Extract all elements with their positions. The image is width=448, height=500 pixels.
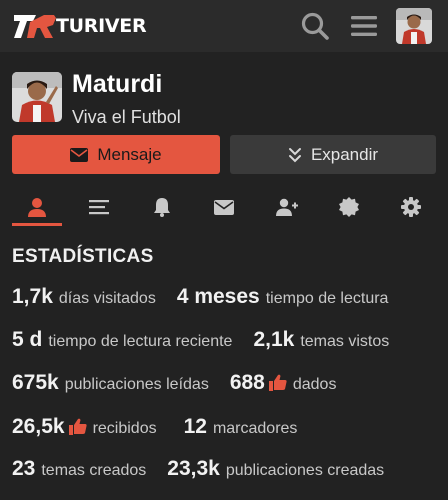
stat-days-visited: 1,7k días visitados bbox=[12, 285, 156, 309]
stat-value: 23 bbox=[12, 457, 36, 480]
logo-text: TURIVER bbox=[56, 15, 147, 37]
stat-posts-read: 675k publicaciones leídas bbox=[12, 371, 209, 395]
stat-label: tiempo de lectura reciente bbox=[48, 333, 233, 350]
double-chevron-down-icon bbox=[288, 147, 301, 162]
heart-icon bbox=[68, 418, 87, 435]
stat-value: 2,1k bbox=[253, 328, 295, 351]
stat-label: marcadores bbox=[212, 420, 298, 437]
active-tab-indicator bbox=[12, 223, 62, 226]
bell-icon bbox=[154, 198, 170, 217]
stat-value: 23,3k bbox=[167, 457, 220, 480]
profile-tabs bbox=[12, 188, 436, 226]
expand-button-label: Expandir bbox=[310, 144, 379, 164]
message-button[interactable]: Mensaje bbox=[12, 135, 220, 174]
logo-mark bbox=[14, 12, 58, 40]
stat-value: 26,5k bbox=[12, 415, 65, 438]
message-button-label: Mensaje bbox=[97, 144, 162, 164]
tab-invites[interactable] bbox=[262, 188, 312, 226]
tab-activity[interactable] bbox=[74, 188, 124, 226]
stat-label: días visitados bbox=[58, 290, 156, 307]
stat-bookmarks: 12 marcadores bbox=[184, 415, 298, 439]
tab-messages[interactable] bbox=[199, 188, 249, 226]
stats-heading: ESTADÍSTICAS bbox=[12, 246, 154, 267]
stats-row: 5 d tiempo de lectura reciente 2,1k tema… bbox=[12, 328, 389, 358]
profile-name: Maturdi bbox=[72, 70, 163, 98]
stat-value: 1,7k bbox=[12, 285, 53, 308]
stat-recent-read-time: 5 d tiempo de lectura reciente bbox=[12, 328, 232, 352]
stat-label: publicaciones leídas bbox=[64, 376, 209, 393]
stat-value: 675k bbox=[12, 371, 59, 394]
expand-button[interactable]: Expandir bbox=[230, 135, 436, 174]
stat-label: dados bbox=[292, 376, 337, 393]
envelope-icon bbox=[70, 147, 89, 162]
tab-preferences[interactable] bbox=[386, 188, 436, 226]
list-icon bbox=[89, 200, 109, 215]
stat-label: temas creados bbox=[41, 462, 147, 479]
user-icon bbox=[28, 198, 46, 217]
stat-value: 688 bbox=[229, 371, 265, 394]
stat-label: publicaciones creadas bbox=[225, 462, 385, 479]
stat-topics-viewed: 2,1k temas vistos bbox=[253, 328, 389, 352]
tab-summary[interactable] bbox=[12, 188, 62, 226]
stat-value: 12 bbox=[183, 415, 207, 438]
tab-notifications[interactable] bbox=[137, 188, 187, 226]
stat-value: 5 d bbox=[12, 328, 43, 351]
stat-likes-received: 26,5k recibidos bbox=[12, 415, 157, 439]
profile-avatar bbox=[12, 72, 62, 122]
stats-row: 26,5k recibidos 12 marcadores bbox=[12, 415, 297, 445]
stat-label: temas vistos bbox=[300, 333, 390, 350]
stat-topics-created: 23 temas creados bbox=[12, 457, 146, 481]
stats-row: 23 temas creados 23,3k publicaciones cre… bbox=[12, 457, 384, 487]
heart-icon bbox=[268, 374, 287, 391]
badge-icon bbox=[339, 197, 359, 217]
top-bar: TURIVER bbox=[0, 0, 448, 52]
hamburger-icon[interactable] bbox=[347, 10, 381, 42]
stat-value: 4 meses bbox=[176, 285, 260, 308]
stats-row: 1,7k días visitados 4 meses tiempo de le… bbox=[12, 285, 388, 315]
tab-badges[interactable] bbox=[324, 188, 374, 226]
stats-row: 675k publicaciones leídas 688 dados bbox=[12, 371, 336, 401]
user-plus-icon bbox=[276, 198, 298, 216]
stat-label: recibidos bbox=[92, 420, 157, 437]
stat-read-time: 4 meses tiempo de lectura bbox=[177, 285, 389, 309]
site-logo[interactable]: TURIVER bbox=[14, 12, 147, 40]
gear-icon bbox=[401, 197, 421, 217]
profile-title: Viva el Futbol bbox=[72, 107, 181, 127]
stat-label: tiempo de lectura bbox=[265, 290, 389, 307]
stat-likes-given: 688 dados bbox=[230, 371, 337, 395]
search-icon[interactable] bbox=[298, 10, 332, 42]
stat-posts-created: 23,3k publicaciones creadas bbox=[167, 457, 384, 481]
user-avatar[interactable] bbox=[396, 8, 432, 44]
envelope-icon bbox=[214, 199, 234, 215]
